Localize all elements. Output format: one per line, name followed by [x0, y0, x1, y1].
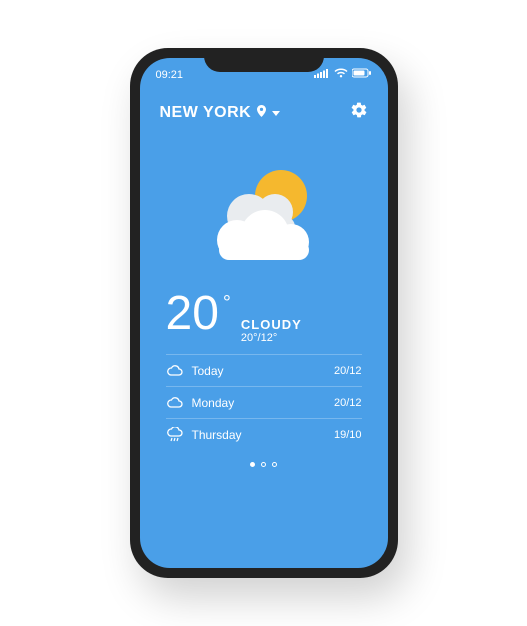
- current-weather-icon: [140, 158, 388, 268]
- page-dot[interactable]: [250, 462, 255, 467]
- location-pin-icon: [257, 104, 266, 122]
- screen: 09:21 NEW YORK: [140, 58, 388, 568]
- page-indicator[interactable]: [140, 462, 388, 467]
- page-dot[interactable]: [272, 462, 277, 467]
- settings-button[interactable]: [350, 101, 368, 124]
- temp-degree: °: [223, 292, 231, 315]
- forecast-temp: 19/10: [334, 429, 362, 441]
- wifi-icon: [334, 68, 348, 81]
- forecast-day: Today: [192, 364, 334, 378]
- forecast-list: Today 20/12 Monday 20/12 Thursday 19/10: [140, 354, 388, 450]
- phone-frame: 09:21 NEW YORK: [130, 48, 398, 578]
- forecast-day: Thursday: [192, 428, 334, 442]
- high-low: 20°/12°: [241, 332, 302, 344]
- location-selector[interactable]: NEW YORK: [160, 104, 281, 122]
- forecast-temp: 20/12: [334, 397, 362, 409]
- current-temperature: 20 ° CLOUDY 20°/12°: [140, 290, 388, 344]
- temp-value: 20: [166, 290, 219, 338]
- signal-icon: [314, 68, 330, 81]
- condition-label: CLOUDY: [241, 317, 302, 332]
- forecast-temp: 20/12: [334, 365, 362, 377]
- page-dot[interactable]: [261, 462, 266, 467]
- forecast-row[interactable]: Monday 20/12: [166, 386, 362, 418]
- forecast-day: Monday: [192, 396, 334, 410]
- chevron-down-icon: [272, 104, 280, 122]
- cloud-rain-icon: [166, 427, 192, 443]
- notch: [204, 48, 324, 72]
- forecast-row[interactable]: Today 20/12: [166, 354, 362, 386]
- header: NEW YORK: [140, 81, 388, 124]
- cloud-icon: [166, 397, 192, 409]
- location-name: NEW YORK: [160, 104, 252, 122]
- cloud-icon: [166, 365, 192, 377]
- battery-icon: [352, 68, 372, 81]
- forecast-row[interactable]: Thursday 19/10: [166, 418, 362, 450]
